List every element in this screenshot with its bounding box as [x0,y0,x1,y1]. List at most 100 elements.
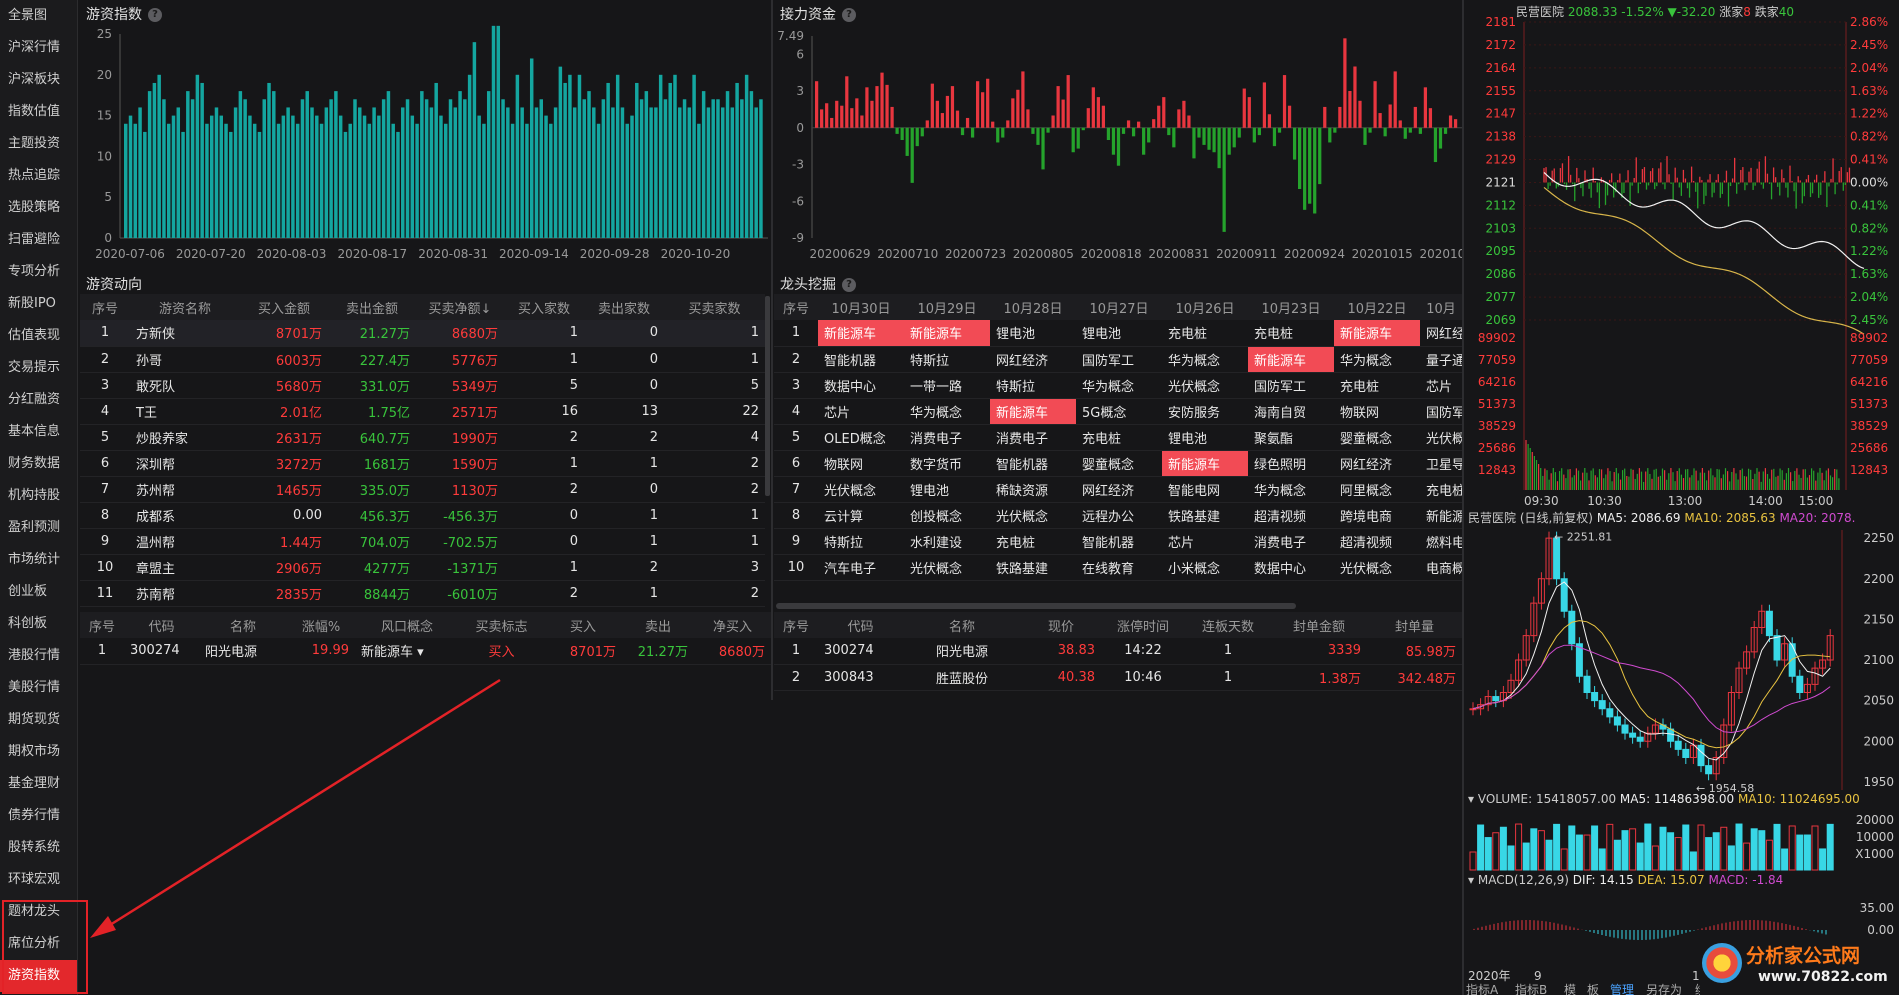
concept-cell[interactable]: 绿色照明 [1248,450,1334,477]
column-header[interactable]: 涨幅% [287,612,355,638]
indicator-tab[interactable]: 板 [1587,983,1599,995]
table-row[interactable]: 6 深圳帮 3272万 1681万 1590万 1 1 2 [80,450,765,477]
concept-cell[interactable]: 稀缺资源 [990,476,1076,503]
concept-cell[interactable]: 网红经济 [1334,450,1420,477]
concept-cell[interactable]: 国防军工 [1248,372,1334,399]
concept-cell[interactable]: 特斯拉 [990,372,1076,399]
column-header[interactable]: 买入家数 [504,294,584,320]
concept-cell[interactable]: 特斯拉 [904,346,990,373]
concept-cell[interactable]: 汽车电子 [818,554,904,581]
column-header[interactable]: 名称 [199,612,287,638]
concept-cell[interactable]: 锂电池 [990,320,1076,347]
concept-cell[interactable]: 光伏概念 [990,502,1076,529]
concept-cell[interactable]: 国防军 [1420,398,1462,425]
column-header[interactable]: 现价 [1021,612,1101,638]
sidebar-item[interactable]: 基金理财 [0,768,77,800]
concept-cell[interactable]: 华为概念 [1334,346,1420,373]
sidebar-item[interactable]: 新股IPO [0,288,77,320]
concept-cell[interactable]: 海南自贸 [1248,398,1334,425]
column-header[interactable]: 10月22日 [1334,294,1420,320]
concept-cell[interactable]: 芯片 [818,398,904,425]
concept-cell[interactable]: 华为概念 [1162,346,1248,373]
concept-cell[interactable]: 特斯拉 [818,528,904,555]
table-row[interactable]: 11 苏南帮 2835万 8844万 -6010万 2 1 2 [80,580,765,607]
table-scrollbar[interactable] [765,296,770,496]
table-row[interactable]: 2 孙哥 6003万 227.4万 5776万 1 0 1 [80,346,765,373]
sidebar-item[interactable]: 基本信息 [0,416,77,448]
concept-cell[interactable]: 小米概念 [1162,554,1248,581]
concept-cell[interactable]: 安防服务 [1162,398,1248,425]
concept-cell[interactable]: 卫星导 [1420,450,1462,477]
concept-cell[interactable]: 充电桩 [1076,424,1162,451]
column-header[interactable]: 净买入 [694,612,771,638]
concept-cell[interactable]: 国防军工 [1076,346,1162,373]
column-header[interactable]: 10月28日 [990,294,1076,320]
concept-cell[interactable]: 在线教育 [1076,554,1162,581]
help-icon[interactable]: ? [842,278,856,292]
concept-cell[interactable]: 锂电池 [1076,320,1162,347]
table-row[interactable]: 3 敢死队 5680万 331.0万 5349万 5 0 5 [80,372,765,399]
column-header[interactable]: 名称 [903,612,1021,638]
sidebar-item[interactable]: 沪深行情 [0,32,77,64]
concept-cell[interactable]: 创投概念 [904,502,990,529]
sidebar-item[interactable]: 股转系统 [0,832,77,864]
concept-cell[interactable]: 数据中心 [818,372,904,399]
concept-cell[interactable]: 充电桩 [1248,320,1334,347]
concept-cell[interactable]: 锂电池 [1162,424,1248,451]
concept-cell[interactable]: 华为概念 [904,398,990,425]
concept-cell[interactable]: 一带一路 [904,372,990,399]
sidebar-item[interactable]: 美股行情 [0,672,77,704]
sidebar-item[interactable]: 期权市场 [0,736,77,768]
concept-cell[interactable]: 5G概念 [1076,398,1162,425]
concept-cell[interactable]: 光伏概 [1420,424,1462,451]
table-row[interactable]: 10 章盟主 2906万 4277万 -1371万 1 2 3 [80,554,765,581]
concept-cell[interactable]: 新能源 [1420,502,1462,529]
concept-cell[interactable]: 云计算 [818,502,904,529]
column-header[interactable]: 10月 [1420,294,1462,320]
concept-cell[interactable]: 铁路基建 [990,554,1076,581]
concept-cell[interactable]: 量子通 [1420,346,1462,373]
indicator-tab[interactable]: 管理 [1610,982,1634,995]
table-row[interactable]: 4 T王 2.01亿 1.75亿 2571万 16 13 22 [80,398,765,425]
concept-cell[interactable]: 新能源车 [818,320,904,347]
column-header[interactable]: 序号 [80,612,124,638]
sidebar-item[interactable]: 盈利预测 [0,512,77,544]
sidebar-item[interactable]: 题材龙头 [0,896,77,928]
sidebar-item[interactable]: 创业板 [0,576,77,608]
concept-cell[interactable]: 充电桩 [1420,476,1462,503]
concept-cell[interactable]: 新能源车 [990,398,1076,425]
concept-cell[interactable]: 光伏概念 [818,476,904,503]
concept-cell[interactable]: 光伏概念 [904,554,990,581]
concept-cell[interactable]: 水利建设 [904,528,990,555]
concept-cell[interactable]: 网红经济 [990,346,1076,373]
concept-cell[interactable]: 智能机器 [818,346,904,373]
concept-cell[interactable]: 光伏概念 [1334,554,1420,581]
concept-cell[interactable]: 光伏概念 [1162,372,1248,399]
concept-cell[interactable]: 新能源车 [904,320,990,347]
sidebar-item[interactable]: 指数估值 [0,96,77,128]
concept-cell[interactable]: 网红经 [1420,320,1462,347]
column-header[interactable]: 游资名称 [130,294,240,320]
column-header[interactable]: 10月30日 [818,294,904,320]
concept-cell[interactable]: 新能源车 [1162,450,1248,477]
concept-cell[interactable]: 物联网 [818,450,904,477]
table-row[interactable]: 9 温州帮 1.44万 704.0万 -702.5万 0 1 1 [80,528,765,555]
indicator-tab[interactable]: 指标A [1466,982,1499,995]
concept-cell[interactable]: 智能机器 [990,450,1076,477]
concept-cell[interactable]: 聚氨酯 [1248,424,1334,451]
sidebar-item[interactable]: 全景图 [0,0,77,32]
column-header[interactable]: 序号 [80,294,130,320]
concept-cell[interactable]: 数字货币 [904,450,990,477]
concept-cell[interactable]: 阿里概念 [1334,476,1420,503]
column-header[interactable]: 封单量 [1367,612,1462,638]
column-header[interactable]: 代码 [124,612,199,638]
table-row[interactable]: 8 成都系 0.00 456.3万 -456.3万 0 1 1 [80,502,765,529]
concept-cell[interactable]: 充电桩 [990,528,1076,555]
table-row[interactable]: 1 300274 阳光电源 38.83 14:22 1 3339 85.98万 [774,638,1462,665]
column-header[interactable]: 风口概念 [355,612,459,638]
table-row[interactable]: 7 苏州帮 1465万 335.0万 1130万 2 0 2 [80,476,765,503]
column-header[interactable]: 10月29日 [904,294,990,320]
sidebar-item[interactable]: 主题投资 [0,128,77,160]
column-header[interactable]: 买卖标志 [459,612,544,638]
table-row[interactable]: 1 300274 阳光电源 19.99 新能源车 ▾ 买入 8701万 21.27万 8680万 [80,638,771,665]
